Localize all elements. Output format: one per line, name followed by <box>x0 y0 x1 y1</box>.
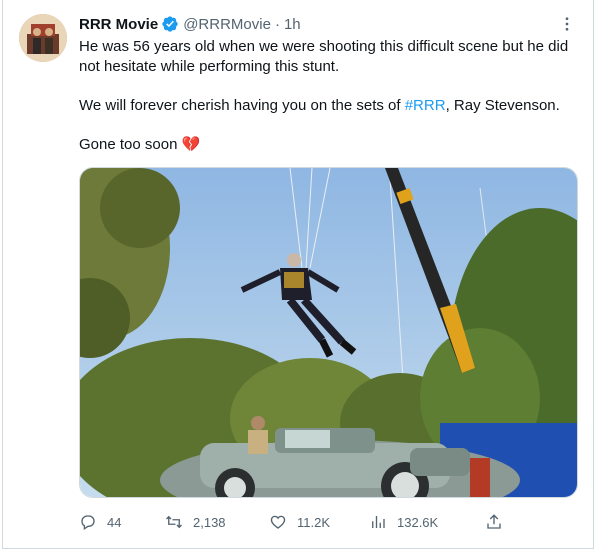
tweet-line-2: We will forever cherish having you on th… <box>79 96 584 116</box>
tweet-card[interactable]: RRR Movie @RRRMovie · 1h He was 56 years… <box>2 0 594 549</box>
like-button[interactable]: 11.2K <box>269 513 369 531</box>
share-button[interactable] <box>485 513 503 531</box>
tweet-text: He was 56 years old when we were shootin… <box>79 37 584 155</box>
share-icon <box>487 514 501 529</box>
like-count: 11.2K <box>297 514 331 530</box>
views-button[interactable]: 132.6K <box>369 513 485 531</box>
broken-heart-emoji: 💔 <box>181 136 201 153</box>
tweet-timestamp[interactable]: 1h <box>284 16 301 33</box>
reply-icon <box>81 515 95 531</box>
author-name[interactable]: RRR Movie <box>79 16 158 33</box>
tweet-line-3-text: Gone too soon <box>79 136 178 153</box>
reply-count: 44 <box>107 514 122 530</box>
tweet-actions: 44 2,138 11.2K 132.6K <box>79 510 509 534</box>
tweet-line-2-suffix: , Ray Stevenson. <box>445 97 560 114</box>
view-count: 132.6K <box>397 514 439 530</box>
tweet-header: RRR Movie @RRRMovie · 1h <box>79 14 577 34</box>
tweet-line-1: He was 56 years old when we were shootin… <box>79 38 569 75</box>
like-icon <box>270 515 286 529</box>
author-handle[interactable]: @RRRMovie <box>183 16 271 33</box>
retweet-count: 2,138 <box>193 514 226 530</box>
retweet-button[interactable]: 2,138 <box>165 513 269 531</box>
reply-button[interactable]: 44 <box>79 513 165 531</box>
tweet-line-2-prefix: We will forever cherish having you on th… <box>79 97 405 114</box>
views-icon <box>372 516 385 528</box>
hashtag-link[interactable]: #RRR <box>405 97 446 114</box>
header-separator: · <box>274 15 280 33</box>
tweet-photo[interactable] <box>79 167 578 498</box>
more-icon[interactable] <box>557 14 577 34</box>
avatar[interactable] <box>19 14 67 62</box>
tweet-line-3: Gone too soon 💔 <box>79 135 584 155</box>
verified-badge-icon <box>161 15 179 33</box>
retweet-icon <box>166 515 182 529</box>
